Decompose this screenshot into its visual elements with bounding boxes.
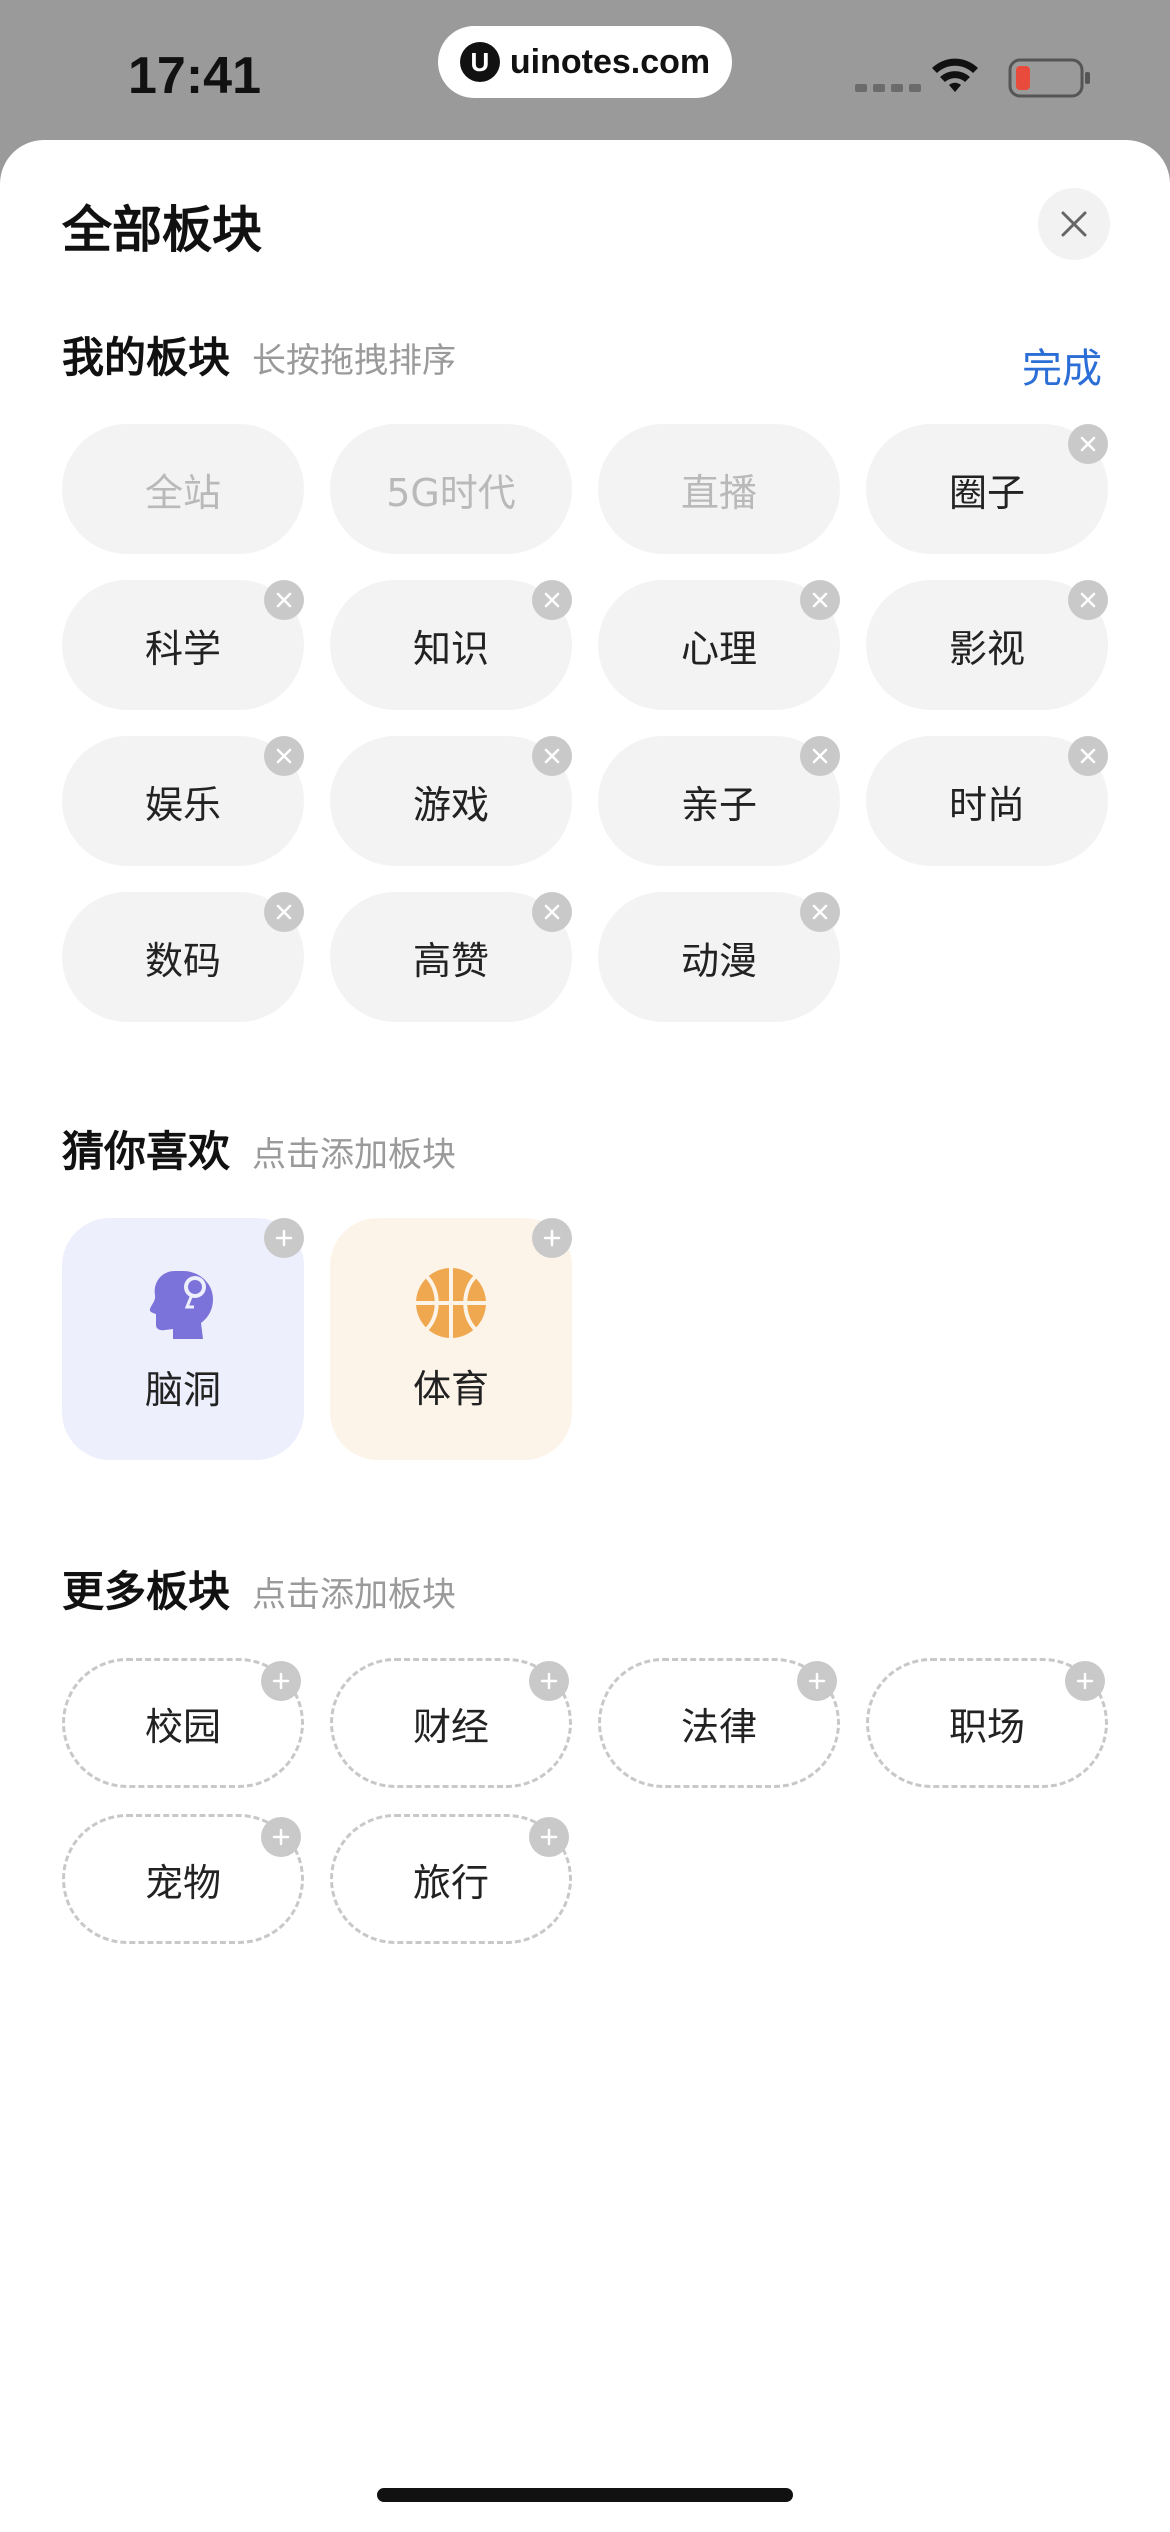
chip-label: 科学 [144, 626, 221, 671]
add-icon[interactable] [797, 1661, 837, 1701]
board-chip[interactable]: 影视 [866, 580, 1108, 710]
board-chip[interactable]: 科学 [62, 580, 304, 710]
remove-icon[interactable] [800, 892, 840, 932]
close-icon [1061, 211, 1087, 237]
suggest-card-sports[interactable]: 体育 [330, 1218, 572, 1460]
chip-label: 法律 [680, 1704, 757, 1749]
chip-label: 数码 [144, 938, 221, 983]
remove-icon[interactable] [800, 580, 840, 620]
remove-icon[interactable] [532, 736, 572, 776]
board-chip-fixed: 全站 [62, 424, 304, 554]
add-icon[interactable] [532, 1218, 572, 1258]
more-boards-header: 更多板块 点击添加板块 [62, 1558, 456, 1619]
chip-label: 旅行 [412, 1860, 489, 1905]
chip-label: 宠物 [144, 1860, 221, 1905]
more-boards-title: 更多板块 [62, 1567, 231, 1616]
url-text: uinotes.com [509, 42, 711, 81]
more-board-chip[interactable]: 宠物 [62, 1814, 304, 1944]
sheet-title: 全部板块 [62, 201, 262, 259]
board-chip[interactable]: 游戏 [330, 736, 572, 866]
more-board-chip[interactable]: 校园 [62, 1658, 304, 1788]
remove-icon[interactable] [264, 580, 304, 620]
more-board-chip[interactable]: 法律 [598, 1658, 840, 1788]
chip-label: 圈子 [948, 470, 1025, 515]
my-boards-header: 我的板块 长按拖拽排序 [62, 324, 456, 385]
add-icon[interactable] [264, 1218, 304, 1258]
board-chip[interactable]: 娱乐 [62, 736, 304, 866]
close-button[interactable] [1038, 188, 1110, 260]
more-board-chip[interactable]: 财经 [330, 1658, 572, 1788]
chip-label: 5G时代 [386, 470, 516, 515]
battery-icon [1008, 58, 1090, 98]
board-chip-fixed: 直播 [598, 424, 840, 554]
chip-label: 动漫 [680, 938, 757, 983]
board-chip-fixed: 5G时代 [330, 424, 572, 554]
add-icon[interactable] [1065, 1661, 1105, 1701]
chip-label: 娱乐 [144, 782, 221, 827]
chip-label: 财经 [412, 1704, 489, 1749]
guess-title: 猜你喜欢 [62, 1127, 231, 1176]
more-board-chip[interactable]: 旅行 [330, 1814, 572, 1944]
status-time: 17:41 [128, 47, 261, 105]
chip-label: 校园 [144, 1704, 221, 1749]
card-label: 脑洞 [144, 1367, 221, 1412]
board-chip[interactable]: 知识 [330, 580, 572, 710]
chip-label: 时尚 [948, 782, 1025, 827]
chip-label: 游戏 [412, 782, 489, 827]
add-icon[interactable] [529, 1661, 569, 1701]
remove-icon[interactable] [1068, 424, 1108, 464]
add-icon[interactable] [529, 1817, 569, 1857]
chip-label: 全站 [144, 470, 221, 515]
status-bar: 17:41 U uinotes.com [0, 0, 1170, 140]
wifi-icon [932, 58, 978, 92]
board-chip[interactable]: 心理 [598, 580, 840, 710]
board-chip[interactable]: 动漫 [598, 892, 840, 1022]
remove-icon[interactable] [1068, 580, 1108, 620]
board-chip[interactable]: 圈子 [866, 424, 1108, 554]
card-label: 体育 [412, 1366, 489, 1411]
guess-hint: 点击添加板块 [252, 1135, 457, 1175]
board-chip[interactable]: 数码 [62, 892, 304, 1022]
url-pill[interactable]: U uinotes.com [438, 26, 732, 98]
home-indicator[interactable] [377, 2488, 793, 2502]
remove-icon[interactable] [1068, 736, 1108, 776]
chip-label: 职场 [948, 1704, 1025, 1749]
chip-label: 心理 [680, 626, 757, 671]
more-boards-hint: 点击添加板块 [252, 1575, 457, 1615]
chip-label: 直播 [680, 470, 757, 515]
chip-label: 亲子 [680, 782, 757, 827]
brain-head-icon [149, 1270, 213, 1339]
board-chip[interactable]: 高赞 [330, 892, 572, 1022]
my-boards-title: 我的板块 [62, 333, 231, 382]
guess-header: 猜你喜欢 点击添加板块 [62, 1118, 456, 1179]
my-boards-hint: 长按拖拽排序 [252, 341, 457, 381]
board-sheet: 全部板块 我的板块 长按拖拽排序 完成 全站 5G时代 直播 圈子 科学 知识 … [0, 140, 1170, 2532]
remove-icon[interactable] [264, 892, 304, 932]
basketball-icon [416, 1267, 486, 1338]
chip-label: 知识 [412, 626, 489, 671]
site-logo-icon: U [459, 42, 500, 82]
remove-icon[interactable] [532, 580, 572, 620]
board-chip[interactable]: 亲子 [598, 736, 840, 866]
suggest-card-brain[interactable]: 脑洞 [62, 1218, 304, 1460]
add-icon[interactable] [261, 1661, 301, 1701]
more-board-chip[interactable]: 职场 [866, 1658, 1108, 1788]
cellular-signal-icon [855, 84, 921, 92]
remove-icon[interactable] [532, 892, 572, 932]
chip-label: 高赞 [412, 938, 489, 983]
chip-label: 影视 [948, 626, 1025, 671]
board-chip[interactable]: 时尚 [866, 736, 1108, 866]
remove-icon[interactable] [264, 736, 304, 776]
remove-icon[interactable] [800, 736, 840, 776]
add-icon[interactable] [261, 1817, 301, 1857]
done-button[interactable]: 完成 [1022, 336, 1102, 394]
